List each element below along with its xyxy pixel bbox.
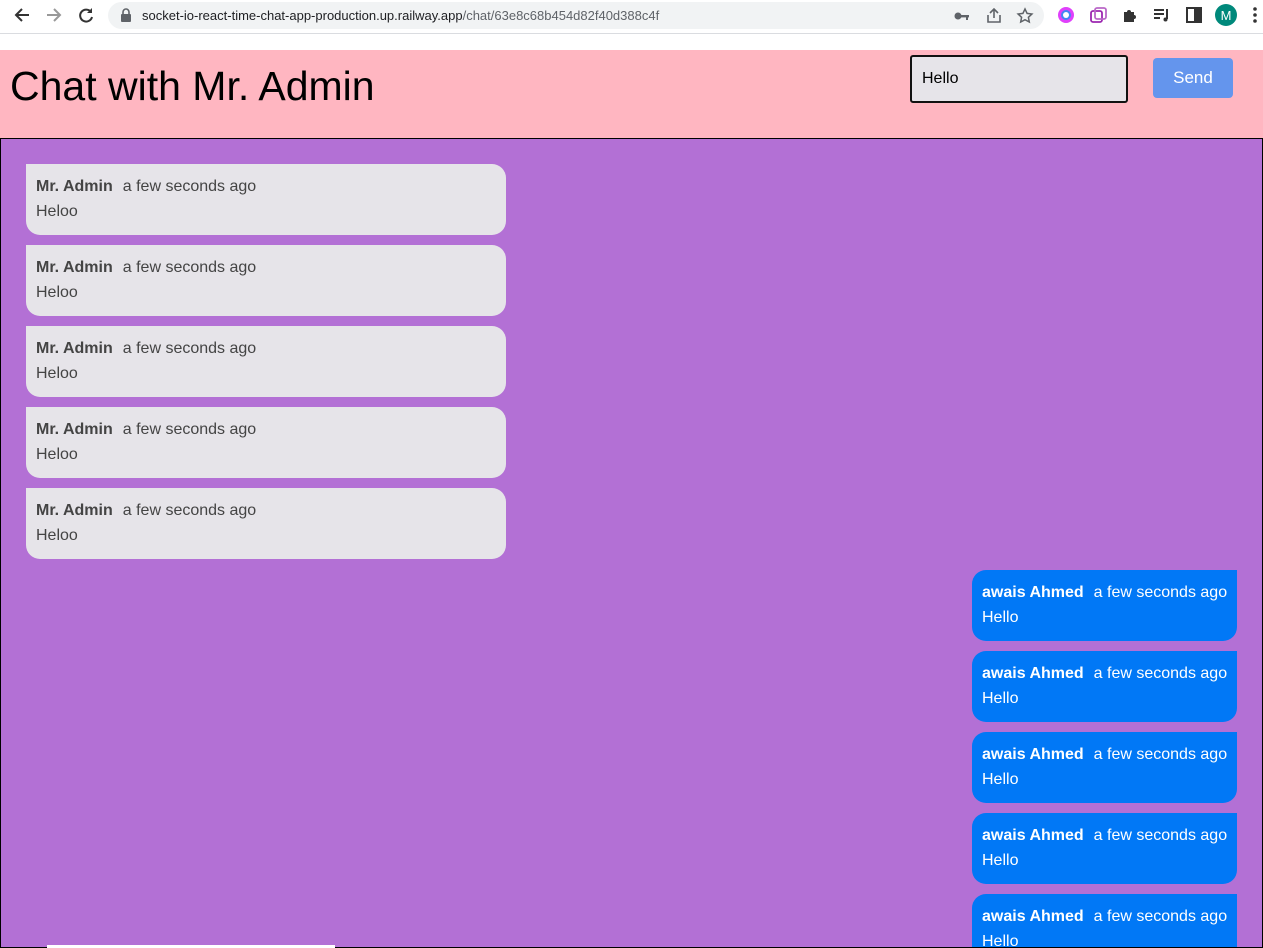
message-author: awais Ahmed bbox=[982, 908, 1084, 925]
side-panel-icon[interactable] bbox=[1184, 5, 1204, 25]
message-bubble-received: Mr. Admin a few seconds ago Heloo bbox=[26, 407, 506, 478]
message-time: a few seconds ago bbox=[1093, 584, 1228, 601]
message-text: Heloo bbox=[36, 527, 78, 544]
reload-icon[interactable] bbox=[75, 4, 97, 26]
key-icon[interactable] bbox=[953, 7, 971, 25]
message-bubble-received: Mr. Admin a few seconds ago Heloo bbox=[26, 245, 506, 316]
page-title: Chat with Mr. Admin bbox=[10, 63, 375, 109]
message-bubble-received: Mr. Admin a few seconds ago Heloo bbox=[26, 488, 506, 559]
message-text: Hello bbox=[982, 690, 1019, 707]
chat-messages-area[interactable]: Mr. Admin a few seconds ago Heloo Mr. Adm… bbox=[0, 138, 1263, 948]
message-time: a few seconds ago bbox=[1093, 665, 1228, 682]
message-author: awais Ahmed bbox=[982, 746, 1084, 763]
color-extension-icon[interactable] bbox=[1056, 5, 1076, 25]
message-author: Mr. Admin bbox=[36, 178, 113, 195]
chat-header: Chat with Mr. Admin Send bbox=[0, 50, 1263, 138]
reading-list-icon[interactable] bbox=[1152, 5, 1172, 25]
message-author: awais Ahmed bbox=[982, 665, 1084, 682]
message-bubble-sent: awais Ahmed a few seconds ago Hello bbox=[972, 651, 1237, 722]
address-bar[interactable]: socket-io-react-time-chat-app-production… bbox=[108, 2, 1044, 29]
message-text: Hello bbox=[982, 771, 1019, 788]
message-text: Hello bbox=[982, 609, 1019, 626]
message-time: a few seconds ago bbox=[122, 502, 257, 519]
message-bubble-sent: awais Ahmed a few seconds ago Hello bbox=[972, 732, 1237, 803]
message-time: a few seconds ago bbox=[122, 259, 257, 276]
message-bubble-sent: awais Ahmed a few seconds ago Hello bbox=[972, 894, 1237, 948]
message-author: awais Ahmed bbox=[982, 584, 1084, 601]
url-path: /chat/63e8c68b454d82f40d388c4f bbox=[462, 8, 660, 23]
message-author: Mr. Admin bbox=[36, 502, 113, 519]
message-input[interactable] bbox=[910, 55, 1128, 103]
message-bubble-received: Mr. Admin a few seconds ago Heloo bbox=[26, 326, 506, 397]
message-text: Heloo bbox=[36, 365, 78, 382]
tab-extension-icon[interactable] bbox=[1088, 5, 1108, 25]
message-time: a few seconds ago bbox=[1093, 827, 1228, 844]
message-text: Heloo bbox=[36, 284, 78, 301]
toolbar-divider bbox=[0, 33, 1263, 34]
url-host: socket-io-react-time-chat-app-production… bbox=[142, 8, 463, 23]
message-text: Heloo bbox=[36, 446, 78, 463]
message-text: Heloo bbox=[36, 203, 78, 220]
message-bubble-sent: awais Ahmed a few seconds ago Hello bbox=[972, 813, 1237, 884]
more-menu-icon[interactable] bbox=[1252, 6, 1258, 24]
message-time: a few seconds ago bbox=[122, 178, 257, 195]
puzzle-extensions-icon[interactable] bbox=[1120, 5, 1140, 25]
lock-icon[interactable] bbox=[120, 8, 132, 22]
message-author: Mr. Admin bbox=[36, 259, 113, 276]
message-time: a few seconds ago bbox=[1093, 908, 1228, 925]
message-text: Hello bbox=[982, 933, 1019, 948]
back-arrow-icon[interactable] bbox=[11, 4, 33, 26]
message-time: a few seconds ago bbox=[1093, 746, 1228, 763]
message-author: awais Ahmed bbox=[982, 827, 1084, 844]
profile-avatar[interactable]: M bbox=[1215, 4, 1237, 26]
forward-arrow-icon[interactable] bbox=[43, 4, 65, 26]
browser-toolbar: socket-io-react-time-chat-app-production… bbox=[0, 0, 1263, 32]
message-bubble-received: Mr. Admin a few seconds ago Heloo bbox=[26, 164, 506, 235]
bookmark-star-icon[interactable] bbox=[1016, 7, 1034, 25]
message-bubble-sent: awais Ahmed a few seconds ago Hello bbox=[972, 570, 1237, 641]
message-author: Mr. Admin bbox=[36, 340, 113, 357]
message-author: Mr. Admin bbox=[36, 421, 113, 438]
send-button[interactable]: Send bbox=[1153, 58, 1233, 98]
message-time: a few seconds ago bbox=[122, 340, 257, 357]
message-time: a few seconds ago bbox=[122, 421, 257, 438]
url-text: socket-io-react-time-chat-app-production… bbox=[142, 8, 659, 23]
share-icon[interactable] bbox=[985, 7, 1003, 25]
message-text: Hello bbox=[982, 852, 1019, 869]
